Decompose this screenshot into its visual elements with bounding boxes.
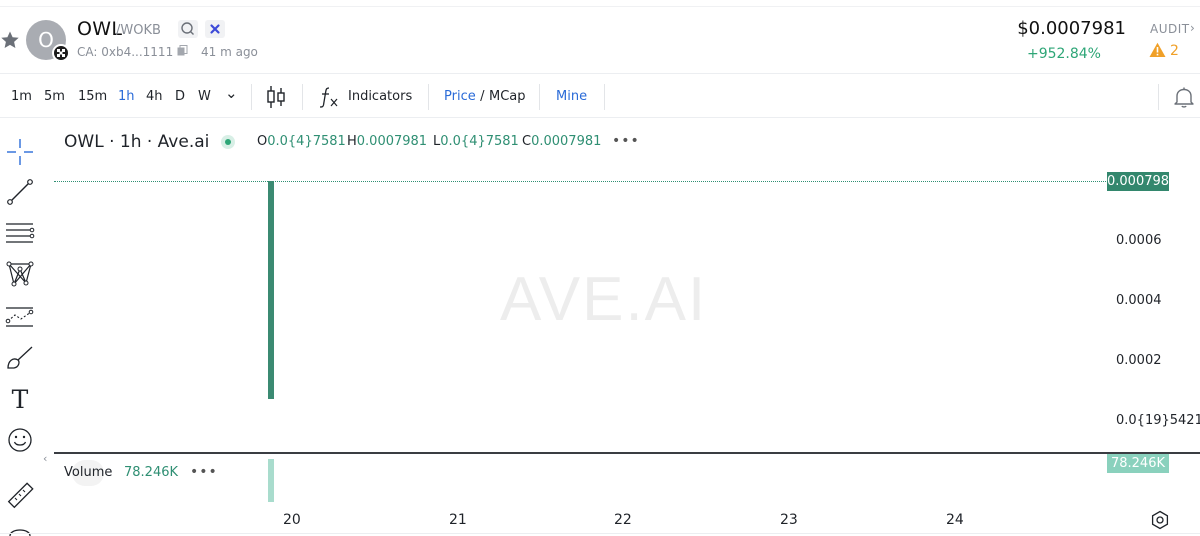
ohlc-open: O0.0{4}7581 — [257, 134, 346, 149]
x-axis-tick: 20 — [283, 512, 301, 528]
trend-line-icon[interactable] — [5, 177, 35, 207]
toolbar-divider — [539, 84, 540, 110]
ohlc-high: H0.0007981 — [347, 134, 428, 149]
timeframe-1h[interactable]: 1h — [118, 89, 135, 104]
okx-chain-badge-icon — [52, 44, 70, 62]
toolbar-divider — [251, 84, 252, 110]
y-axis-tick: 0.0002 — [1116, 353, 1162, 368]
timeframe-4h[interactable]: 4h — [146, 89, 163, 104]
y-axis-tick: 0.0{19}5421 — [1116, 413, 1200, 428]
top-divider — [0, 6, 1200, 7]
x-axis-tick: 24 — [946, 512, 964, 528]
toolbar-divider — [302, 84, 303, 110]
crosshair-icon[interactable] — [5, 137, 35, 167]
text-icon[interactable]: T — [5, 385, 35, 415]
gear-icon[interactable] — [1150, 510, 1170, 530]
fx-icon[interactable] — [318, 85, 340, 109]
toolbar-divider — [1158, 84, 1159, 110]
x-axis-tick: 23 — [780, 512, 798, 528]
timeframe-d[interactable]: D — [175, 89, 185, 104]
search-button[interactable] — [178, 20, 198, 38]
pattern-icon[interactable] — [5, 259, 35, 289]
star-icon[interactable] — [0, 30, 20, 50]
candlestick-icon[interactable] — [264, 84, 288, 110]
chart-toolbar: 1m 5m 15m 1h 4h D W ⌄ Indicators Price /… — [0, 76, 1200, 118]
toolbar-divider — [604, 84, 605, 110]
last-price-tag: 0.0007981 — [1107, 172, 1178, 191]
timeframe-5m[interactable]: 5m — [44, 89, 65, 104]
bell-icon[interactable] — [1172, 85, 1196, 109]
chevron-right-icon: › — [1190, 21, 1195, 35]
mine-toggle[interactable]: Mine — [556, 89, 587, 104]
timeframe-1m[interactable]: 1m — [11, 89, 32, 104]
toolbar-divider — [428, 84, 429, 110]
volume-value: 78.246K — [124, 465, 179, 480]
last-price-line — [54, 181, 1106, 182]
token-header: O OWL /WOKB CA: 0xb4...1111 41 m ago $0.… — [0, 0, 1200, 74]
volume-label: Volume — [64, 465, 113, 480]
warning-count: 2 — [1170, 43, 1179, 59]
copy-icon[interactable] — [177, 45, 188, 56]
volume-more-button[interactable]: ••• — [190, 464, 218, 480]
okx-chain-icon — [210, 24, 220, 34]
token-age: 41 m ago — [201, 45, 258, 59]
ohlc-close: C0.0007981 — [522, 134, 602, 149]
mcap-toggle[interactable]: MCap — [489, 89, 526, 104]
contract-address: CA: 0xb4...1111 — [77, 45, 174, 59]
candle[interactable] — [268, 181, 274, 399]
okx-chain-button[interactable] — [205, 20, 225, 38]
watermark: AVE.AI — [500, 265, 708, 334]
timeframe-15m[interactable]: 15m — [78, 89, 107, 104]
current-price: $0.0007981 — [1017, 18, 1126, 39]
legend-more-button[interactable]: ••• — [612, 133, 640, 149]
price-mcap-separator: / — [476, 89, 489, 104]
chart-legend-title: OWL · 1h · Ave.ai — [64, 132, 210, 152]
pane-separator[interactable] — [54, 452, 1200, 454]
x-axis-tick: 21 — [449, 512, 467, 528]
projection-icon[interactable] — [5, 302, 35, 332]
search-icon — [181, 22, 194, 35]
emoji-icon[interactable] — [5, 425, 35, 455]
ohlc-low: L0.0{4}7581 — [433, 134, 519, 149]
bottom-divider — [0, 533, 1200, 534]
token-pair: /WOKB — [116, 23, 161, 38]
brush-icon[interactable] — [5, 343, 35, 373]
volume-bar — [268, 459, 274, 502]
warning-icon — [1149, 42, 1166, 57]
chevron-down-icon[interactable]: ⌄ — [225, 84, 238, 102]
y-axis-tick: 0.0004 — [1116, 293, 1162, 308]
audit-link[interactable]: AUDIT — [1150, 22, 1190, 36]
indicators-button[interactable]: Indicators — [348, 89, 412, 104]
live-status-dot — [221, 135, 235, 149]
y-axis-tick: 0.0006 — [1116, 233, 1162, 248]
volume-tag: 78.246K — [1107, 454, 1169, 473]
timeframe-w[interactable]: W — [198, 89, 211, 104]
fib-lines-icon[interactable] — [5, 219, 35, 249]
chevron-left-icon[interactable]: ‹ — [43, 452, 47, 465]
ruler-icon[interactable] — [5, 481, 35, 511]
x-axis-tick: 22 — [614, 512, 632, 528]
price-toggle[interactable]: Price — [444, 89, 476, 104]
price-change: +952.84% — [1026, 46, 1101, 62]
